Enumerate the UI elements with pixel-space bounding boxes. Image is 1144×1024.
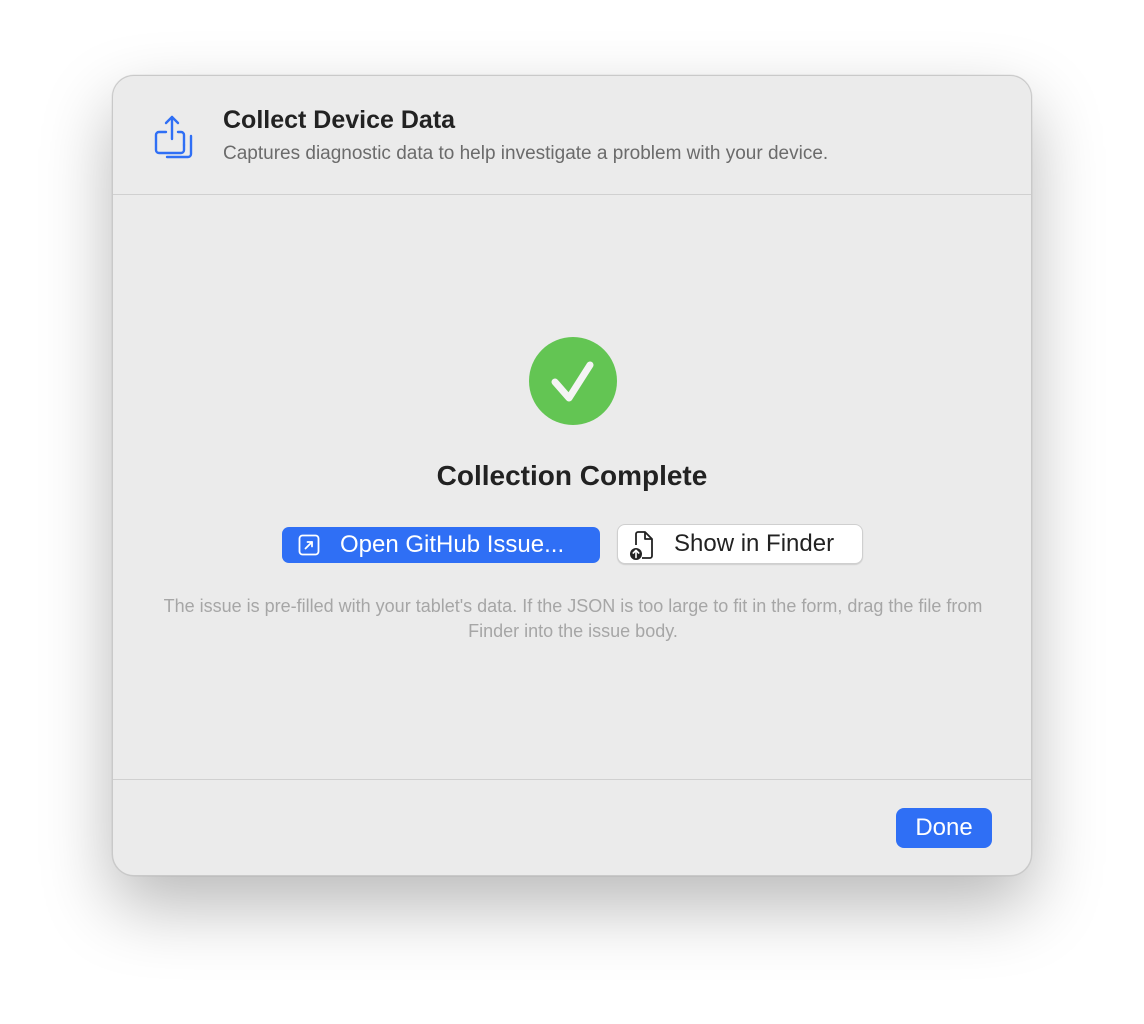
collect-device-data-dialog: Collect Device Data Captures diagnostic … bbox=[112, 75, 1032, 876]
document-arrow-up-icon bbox=[630, 531, 653, 560]
checkmark-icon bbox=[551, 361, 594, 402]
arrow-up-right-square-icon bbox=[298, 534, 320, 556]
open-github-issue-label: Open GitHub Issue... bbox=[340, 531, 565, 558]
open-github-issue-button[interactable]: Open GitHub Issue... bbox=[282, 527, 600, 563]
checkmark-circle-icon bbox=[529, 337, 617, 425]
dialog-footer: Done bbox=[113, 779, 1031, 875]
square-and-arrow-up-on-square-icon bbox=[154, 115, 193, 159]
show-in-finder-label: Show in Finder bbox=[674, 530, 835, 557]
status-title: Collection Complete bbox=[436, 460, 708, 491]
dialog-subtitle: Captures diagnostic data to help investi… bbox=[223, 143, 829, 164]
done-button[interactable]: Done bbox=[896, 808, 992, 848]
dialog-title: Collect Device Data bbox=[223, 106, 456, 134]
help-text: The issue is pre-filled with your tablet… bbox=[163, 596, 983, 641]
dialog-header: Collect Device Data Captures diagnostic … bbox=[113, 76, 1031, 195]
show-in-finder-button[interactable]: Show in Finder bbox=[617, 524, 863, 564]
